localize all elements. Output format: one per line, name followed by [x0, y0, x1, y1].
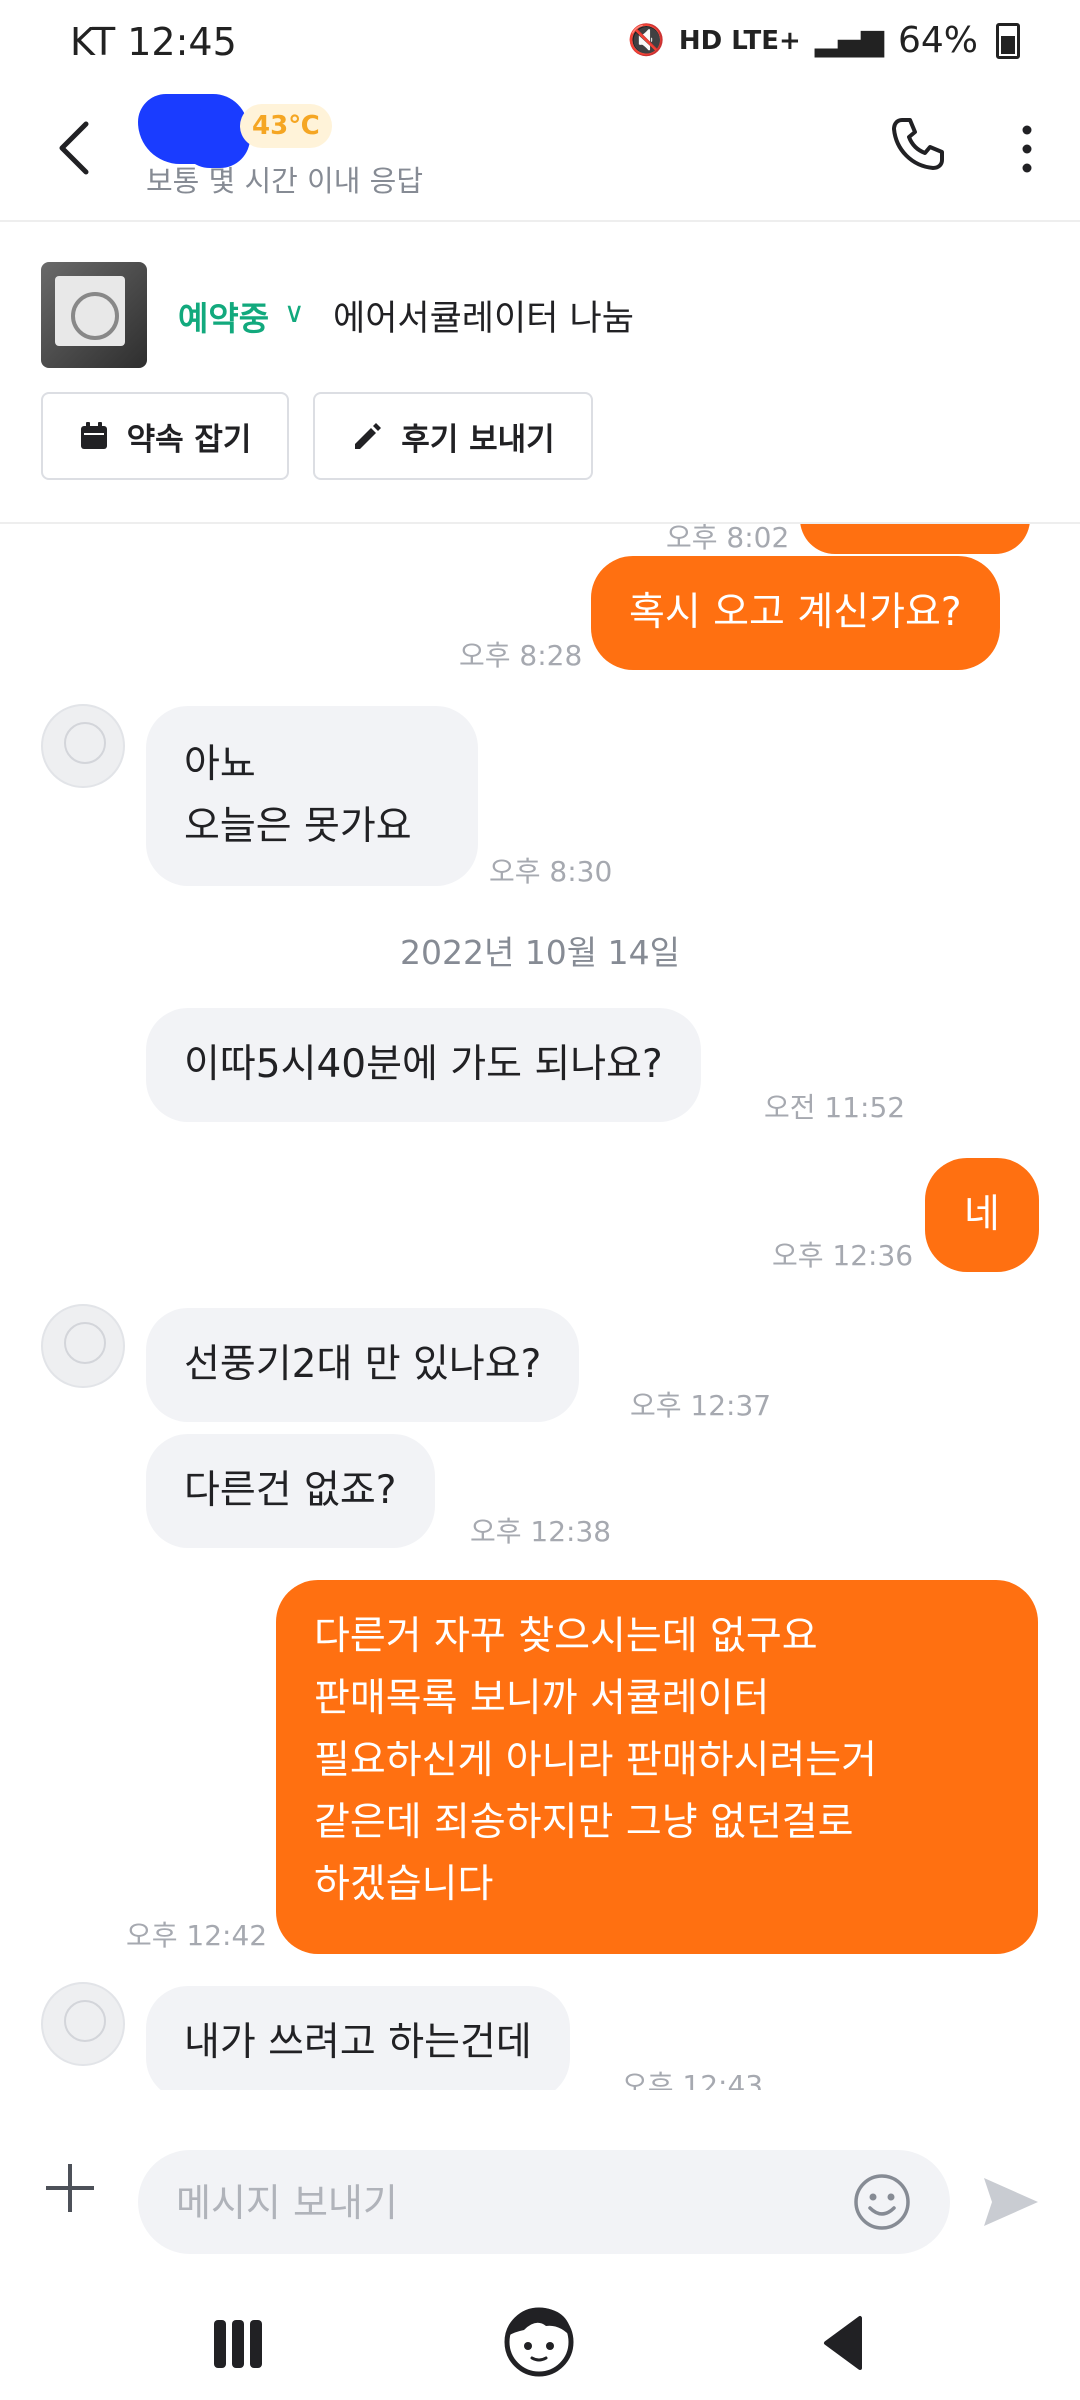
chat-bubble-incoming[interactable]: 이따5시40분에 가도 되나요? — [146, 1008, 701, 1122]
chat-header: 43℃ 보통 몇 시간 이내 응답 — [0, 88, 1080, 222]
product-thumbnail[interactable] — [41, 262, 147, 368]
signal-icon: ▂▄▆ — [814, 23, 884, 58]
message-text: 다른거 자꾸 찾으시는데 없구요 — [314, 1614, 818, 1659]
calendar-icon — [80, 422, 107, 449]
chat-bubble-outgoing[interactable]: 다른거 자꾸 찾으시는데 없구요 판매목록 보니까 서큘레이터 필요하신게 아니… — [276, 1580, 1038, 1954]
message-input[interactable] — [174, 2168, 778, 2238]
chat-bubble-outgoing[interactable]: 혹시 오고 계신가요? — [591, 556, 1000, 670]
plus-icon[interactable] — [42, 2160, 98, 2216]
message-text: 같은데 죄송하지만 그냥 없던걸로 — [314, 1800, 854, 1845]
recent-apps-icon[interactable] — [210, 2316, 266, 2372]
pencil-icon — [355, 423, 382, 449]
make-appointment-button[interactable]: 약속 잡기 — [41, 392, 289, 480]
home-character-icon[interactable] — [500, 2300, 578, 2378]
date-separator: 2022년 10월 14일 — [399, 933, 681, 972]
send-icon[interactable] — [980, 2174, 1042, 2230]
product-title[interactable]: 에어서큘레이터 나눔 — [333, 290, 634, 341]
reservation-status[interactable]: 예약중 — [178, 292, 269, 340]
message-text: 다른건 없죠? — [184, 1468, 397, 1513]
response-time-note: 보통 몇 시간 이내 응답 — [146, 164, 423, 198]
status-time: KT 12:45 — [70, 20, 237, 64]
manner-temperature-badge: 43℃ — [240, 104, 332, 148]
message-text: 아뇨 — [184, 742, 256, 787]
message-text: 혹시 오고 계신가요? — [629, 590, 962, 635]
message-time: 오후 8:28 — [459, 639, 583, 672]
send-review-button[interactable]: 후기 보내기 — [313, 392, 593, 480]
message-time: 오후 12:43 — [622, 2069, 764, 2090]
chat-bubble-incoming[interactable]: 선풍기2대 만 있나요? — [146, 1308, 580, 1422]
product-bar: 예약중 ∨ 에어서큘레이터 나눔 약속 잡기 후기 보내기 — [0, 222, 1080, 524]
message-time: 오후 12:37 — [630, 1389, 772, 1422]
message-time: 오후 8:02 — [666, 524, 790, 554]
make-appointment-label: 약속 잡기 — [126, 421, 252, 458]
message-text: 판매목록 보니까 서큘레이터 — [314, 1676, 770, 1721]
nav-back-icon[interactable] — [820, 2314, 864, 2372]
message-time: 오전 11:52 — [764, 1091, 906, 1124]
back-arrow-icon[interactable] — [54, 118, 94, 178]
chat-area[interactable]: 오후 8:02 혹시 오고 계신가요? 오후 8:28 아뇨 오늘은 못가요 오… — [0, 524, 1080, 2090]
more-options-icon[interactable] — [1014, 124, 1040, 174]
message-time: 오후 12:42 — [126, 1919, 268, 1952]
message-text: 선풍기2대 만 있나요? — [184, 1342, 542, 1387]
chat-bubble-outgoing[interactable] — [800, 524, 1030, 554]
message-text: 필요하신게 아니라 판매하시려는거 — [314, 1738, 877, 1783]
message-text: 하겠습니다 — [314, 1862, 494, 1907]
battery-icon — [996, 22, 1020, 59]
status-bar: KT 12:45 🔇 HD LTE+ ▂▄▆ 64% — [0, 0, 1080, 88]
avatar[interactable] — [41, 1304, 125, 1388]
chevron-down-icon[interactable]: ∨ — [284, 296, 305, 329]
message-text: 오늘은 못가요 — [184, 804, 412, 849]
message-input-bar — [0, 2116, 1080, 2276]
message-time: 오후 8:30 — [489, 855, 613, 888]
status-icons: 🔇 HD LTE+ ▂▄▆ 64% — [627, 20, 1020, 61]
message-text: 내가 쓰려고 하는건데 — [184, 2020, 532, 2065]
mute-icon: 🔇 — [627, 23, 665, 58]
system-nav-bar — [0, 2276, 1080, 2400]
phone-icon[interactable] — [888, 114, 948, 174]
chat-bubble-incoming[interactable]: 내가 쓰려고 하는건데 — [146, 1986, 570, 2090]
fan-icon — [71, 292, 119, 340]
message-field[interactable] — [138, 2150, 950, 2254]
message-time: 오후 12:36 — [772, 1239, 914, 1272]
message-time: 오후 12:38 — [470, 1515, 612, 1548]
avatar[interactable] — [41, 704, 125, 788]
network-indicator: HD LTE+ — [678, 25, 801, 56]
avatar[interactable] — [41, 1982, 125, 2066]
chat-bubble-incoming[interactable]: 다른건 없죠? — [146, 1434, 435, 1548]
message-text: 이따5시40분에 가도 되나요? — [184, 1042, 663, 1087]
chat-bubble-outgoing[interactable]: 네 — [925, 1158, 1039, 1272]
chat-bubble-incoming[interactable]: 아뇨 오늘은 못가요 — [146, 706, 478, 886]
battery-percent: 64% — [897, 20, 978, 61]
send-review-label: 후기 보내기 — [401, 421, 555, 458]
emoji-icon[interactable] — [852, 2172, 912, 2232]
message-text: 네 — [964, 1192, 1000, 1237]
